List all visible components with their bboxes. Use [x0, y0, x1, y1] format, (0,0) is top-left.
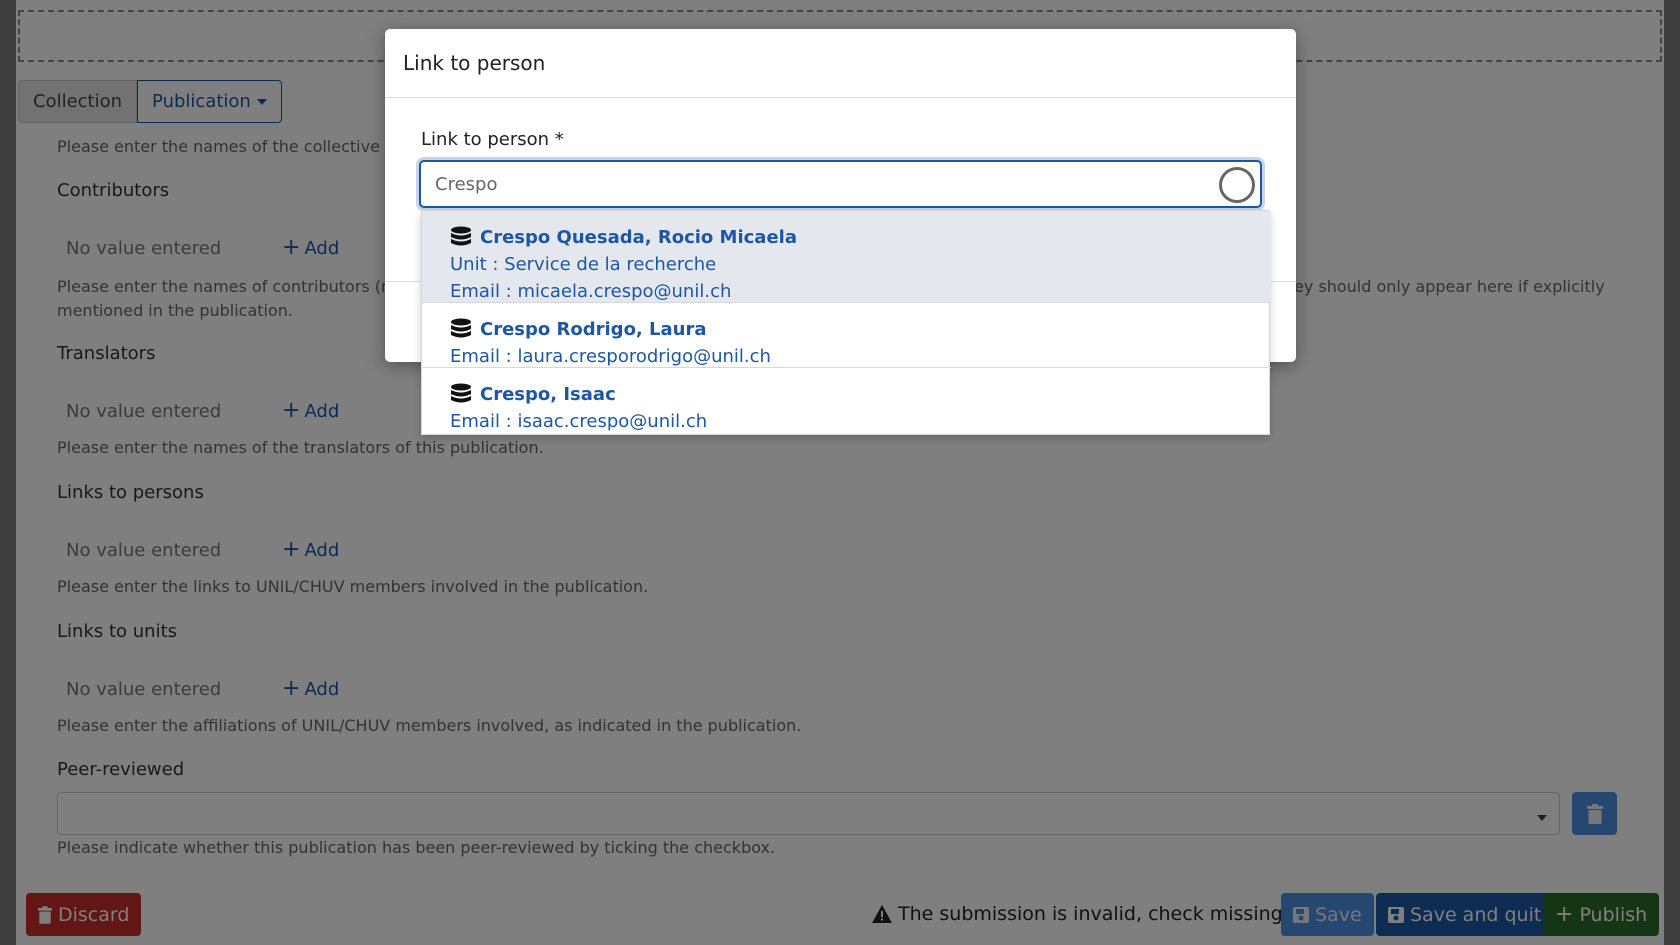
list-item[interactable]: Crespo, Isaac Email : isaac.crespo@unil.…: [422, 368, 1271, 435]
modal-title: Link to person: [385, 29, 1296, 98]
list-item[interactable]: Crespo Rodrigo, Laura Email : laura.cres…: [422, 303, 1271, 368]
list-item[interactable]: Crespo Quesada, Rocio Micaela Unit : Ser…: [422, 211, 1271, 303]
option-email: Email : micaela.crespo@unil.ch: [450, 281, 732, 302]
option-name: Crespo, Isaac: [450, 383, 616, 405]
person-suggestions-dropdown: Crespo Quesada, Rocio Micaela Unit : Ser…: [421, 210, 1271, 435]
person-search-input[interactable]: [419, 160, 1262, 208]
database-icon: [451, 318, 471, 338]
option-name-text: Crespo, Isaac: [480, 383, 616, 405]
loading-spinner-icon: [1219, 167, 1255, 203]
option-name: Crespo Quesada, Rocio Micaela: [450, 226, 797, 248]
option-name-text: Crespo Rodrigo, Laura: [480, 318, 707, 340]
database-icon: [451, 226, 471, 246]
option-email: Email : laura.cresporodrigo@unil.ch: [450, 346, 771, 367]
option-email: Email : isaac.crespo@unil.ch: [450, 411, 708, 432]
database-icon: [451, 383, 471, 403]
option-unit: Unit : Service de la recherche: [450, 254, 717, 275]
option-name: Crespo Rodrigo, Laura: [450, 318, 707, 340]
link-person-label: Link to person *: [421, 129, 564, 150]
option-name-text: Crespo Quesada, Rocio Micaela: [480, 226, 797, 248]
